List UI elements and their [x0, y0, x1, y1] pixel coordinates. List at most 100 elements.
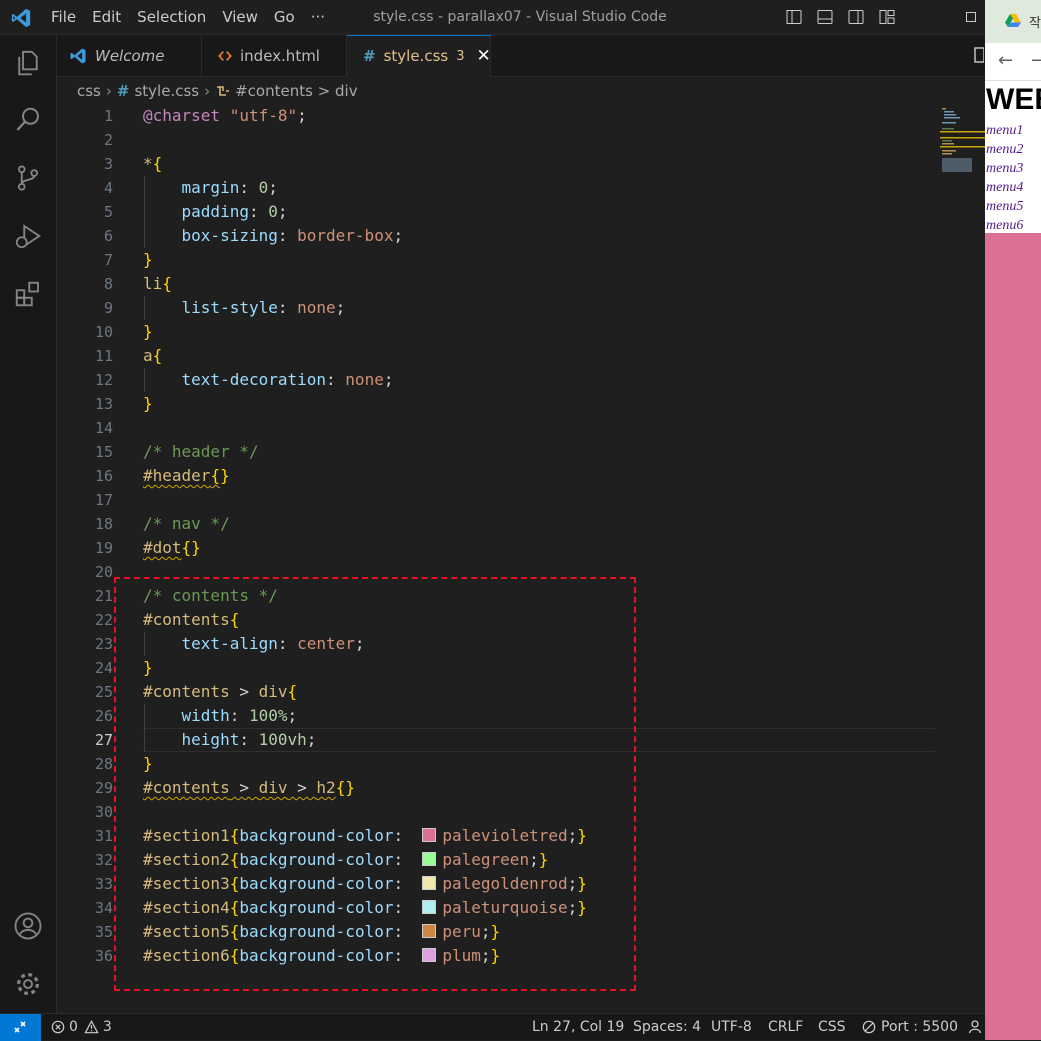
- customize-layout-icon[interactable]: [879, 9, 895, 25]
- search-icon[interactable]: [13, 105, 43, 135]
- eol-status[interactable]: CRLF: [768, 1014, 803, 1040]
- line-number: 9: [103, 299, 113, 317]
- color-swatch[interactable]: [422, 828, 437, 842]
- browser-page-content: WEB menu1 menu2 menu3 menu4 menu5 menu6: [985, 81, 1041, 233]
- code-line: #dot{}: [143, 538, 201, 557]
- maximize-button[interactable]: [966, 12, 976, 22]
- back-arrow-icon[interactable]: ←: [998, 50, 1013, 71]
- line-number: 2: [103, 131, 113, 149]
- tab-welcome[interactable]: Welcome: [57, 35, 202, 77]
- browser-toolbar: ← →: [985, 43, 1041, 81]
- page-menu-link[interactable]: menu1: [986, 121, 1023, 140]
- color-swatch[interactable]: [422, 900, 437, 914]
- explorer-icon[interactable]: [13, 48, 43, 78]
- title-bar: File Edit Selection View Go ··· style.cs…: [0, 0, 985, 35]
- page-menu-link[interactable]: menu6: [986, 216, 1023, 233]
- indentation-status[interactable]: Spaces: 4: [633, 1014, 701, 1040]
- color-swatch[interactable]: [422, 876, 437, 890]
- menu-selection[interactable]: Selection: [129, 0, 214, 35]
- line-number: 3: [103, 155, 113, 173]
- code-line: #section4{background-color: paleturquois…: [143, 898, 587, 917]
- code-line: }: [143, 658, 153, 677]
- page-menu-link[interactable]: menu4: [986, 178, 1023, 197]
- accounts-icon[interactable]: [13, 911, 43, 941]
- problems-status[interactable]: 0 3: [51, 1014, 112, 1040]
- line-number: 32: [94, 851, 113, 869]
- tab-style-css[interactable]: # style.css 3 ✕: [347, 35, 491, 77]
- page-menu-link[interactable]: menu3: [986, 159, 1023, 178]
- vscode-logo-icon: [70, 48, 86, 64]
- line-number: 14: [94, 419, 113, 437]
- line-number: 31: [94, 827, 113, 845]
- remote-indicator[interactable]: [0, 1014, 41, 1041]
- page-menu-link[interactable]: menu2: [986, 140, 1023, 159]
- error-icon: [51, 1020, 65, 1034]
- color-swatch[interactable]: [422, 852, 437, 866]
- line-number: 15: [94, 443, 113, 461]
- page-menu-link[interactable]: menu5: [986, 197, 1023, 216]
- color-swatch[interactable]: [422, 948, 437, 962]
- tab-label: style.css: [383, 47, 449, 65]
- code-line: }: [143, 754, 153, 773]
- line-number: 29: [94, 779, 113, 797]
- line-number: 34: [94, 899, 113, 917]
- code-line: list-style: none;: [181, 298, 346, 317]
- encoding-status[interactable]: UTF-8: [711, 1014, 752, 1040]
- code-line: *{: [143, 154, 163, 173]
- menu-go[interactable]: Go: [266, 0, 303, 35]
- accounts-notification-icon[interactable]: [968, 1019, 984, 1035]
- menu-edit[interactable]: Edit: [84, 0, 129, 35]
- window-title: style.css - parallax07 - Visual Studio C…: [373, 9, 667, 25]
- line-number: 30: [94, 803, 113, 821]
- browser-tab-label: 작: [1029, 16, 1041, 31]
- live-server-port[interactable]: Port : 5500: [862, 1014, 958, 1040]
- run-debug-icon[interactable]: [13, 221, 43, 251]
- code-editor[interactable]: 1 @charset "utf-8"; 2 3 *{ 4 margin: 0; 5 …: [57, 104, 985, 1013]
- color-swatch[interactable]: [422, 924, 437, 938]
- editor-tab-bar: Welcome index.html # style.css 3 ✕: [57, 35, 985, 77]
- html-file-icon: [218, 51, 232, 61]
- port-label: Port : 5500: [881, 1019, 958, 1035]
- line-number: 21: [94, 587, 113, 605]
- line-number: 35: [94, 923, 113, 941]
- line-number: 4: [103, 179, 113, 197]
- toggle-panel-icon[interactable]: [817, 9, 833, 25]
- code-line: @charset "utf-8";: [143, 106, 307, 125]
- css-file-icon: #: [363, 47, 376, 65]
- language-mode[interactable]: CSS: [818, 1014, 846, 1040]
- breadcrumb-file[interactable]: style.css: [134, 82, 199, 100]
- menu-file[interactable]: File: [43, 0, 84, 35]
- page-heading: WEB: [986, 83, 1041, 116]
- problems-badge: 3: [456, 48, 465, 64]
- code-line: /* nav */: [143, 514, 230, 533]
- code-line: /* contents */: [143, 586, 278, 605]
- code-line: /* header */: [143, 442, 259, 461]
- extensions-icon[interactable]: [13, 279, 43, 309]
- browser-tab[interactable]: 작: [985, 0, 1041, 43]
- chevron-right-icon: ›: [204, 82, 211, 100]
- manage-gear-icon[interactable]: [13, 969, 43, 999]
- code-line: }: [143, 250, 153, 269]
- chevron-right-icon: ›: [105, 82, 112, 100]
- menu-more-button[interactable]: ···: [303, 0, 333, 35]
- menu-view[interactable]: View: [214, 0, 266, 35]
- toggle-secondary-sidebar-icon[interactable]: [848, 9, 864, 25]
- toggle-primary-sidebar-icon[interactable]: [786, 9, 802, 25]
- breadcrumb-folder[interactable]: css: [77, 82, 101, 100]
- cursor-position[interactable]: Ln 27, Col 19: [532, 1014, 624, 1040]
- split-editor-icon[interactable]: [974, 47, 984, 63]
- breadcrumb-symbol[interactable]: #contents > div: [235, 82, 357, 100]
- forward-arrow-icon[interactable]: →: [1031, 50, 1041, 71]
- source-control-icon[interactable]: [13, 163, 43, 193]
- close-tab-icon[interactable]: ✕: [476, 46, 490, 66]
- tab-label: Welcome: [95, 47, 165, 65]
- tab-index-html[interactable]: index.html: [202, 35, 347, 77]
- line-number: 7: [103, 251, 113, 269]
- code-line: padding: 0;: [181, 202, 288, 221]
- minimap[interactable]: [940, 104, 985, 180]
- line-number: 11: [94, 347, 113, 365]
- line-number: 6: [103, 227, 113, 245]
- code-line: height: 100vh;: [181, 730, 317, 749]
- browser-preview-window: 작 ← → WEB menu1 menu2 menu3 menu4 menu5 …: [985, 0, 1041, 1040]
- remote-icon: [14, 1021, 26, 1033]
